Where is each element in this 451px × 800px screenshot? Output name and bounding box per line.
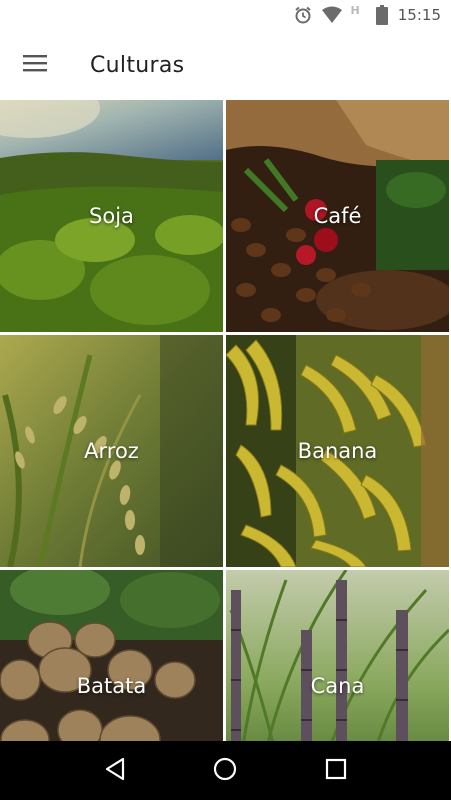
battery-icon	[375, 5, 388, 25]
home-button[interactable]	[205, 751, 245, 791]
crop-label: Café	[313, 204, 362, 228]
crop-label: Cana	[310, 674, 365, 698]
crop-tile-soja[interactable]: Soja	[0, 100, 223, 332]
crops-grid: Soja Café Arroz Banana Batata Cana	[0, 100, 451, 741]
crop-label: Arroz	[84, 439, 139, 463]
crop-tile-cafe[interactable]: Café	[226, 100, 449, 332]
home-icon	[212, 756, 238, 786]
tile-overlay	[0, 570, 223, 741]
page-title: Culturas	[90, 52, 185, 78]
crop-label: Soja	[89, 204, 134, 228]
back-icon	[104, 757, 126, 785]
crop-tile-cana[interactable]: Cana	[226, 570, 449, 741]
system-nav-bar	[0, 741, 451, 800]
menu-button[interactable]	[15, 45, 55, 85]
alarm-icon	[293, 5, 313, 25]
status-bar: H 15:15	[0, 0, 451, 30]
wifi-icon	[321, 6, 343, 24]
crop-label: Batata	[76, 674, 147, 698]
tile-overlay	[226, 570, 449, 741]
back-button[interactable]	[95, 751, 135, 791]
network-type-indicator: H	[350, 4, 360, 17]
status-time: 15:15	[397, 6, 441, 24]
crop-label: Banana	[297, 439, 378, 463]
hamburger-menu-icon	[23, 54, 47, 76]
crop-tile-batata[interactable]: Batata	[0, 570, 223, 741]
recents-button[interactable]	[316, 751, 356, 791]
crop-tile-banana[interactable]: Banana	[226, 335, 449, 567]
crop-tile-arroz[interactable]: Arroz	[0, 335, 223, 567]
app-bar: Culturas	[0, 30, 451, 100]
recents-icon	[325, 758, 347, 784]
